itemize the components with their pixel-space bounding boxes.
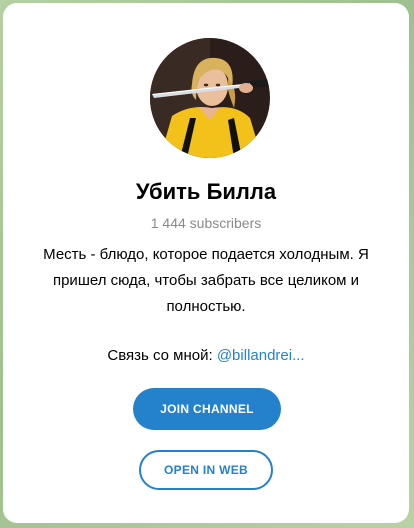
channel-card: Убить Билла 1 444 subscribers Месть - бл… bbox=[3, 3, 409, 523]
description-text: Месть - блюдо, которое подается холодным… bbox=[43, 246, 369, 315]
channel-title: Убить Билла bbox=[135, 179, 277, 204]
subscriber-count: 1 444 subscribers bbox=[150, 215, 262, 231]
contact-line: Связь со мной: @billandrei... bbox=[3, 343, 409, 369]
avatar-image bbox=[150, 38, 270, 158]
contact-link[interactable]: @billandrei... bbox=[217, 347, 305, 364]
channel-avatar bbox=[150, 38, 270, 158]
channel-description: Месть - блюдо, которое подается холодным… bbox=[23, 242, 389, 320]
open-in-web-button[interactable]: OPEN IN WEB bbox=[139, 450, 273, 490]
join-channel-button[interactable]: JOIN CHANNEL bbox=[133, 388, 281, 430]
contact-label: Связь со мной: bbox=[107, 347, 213, 364]
